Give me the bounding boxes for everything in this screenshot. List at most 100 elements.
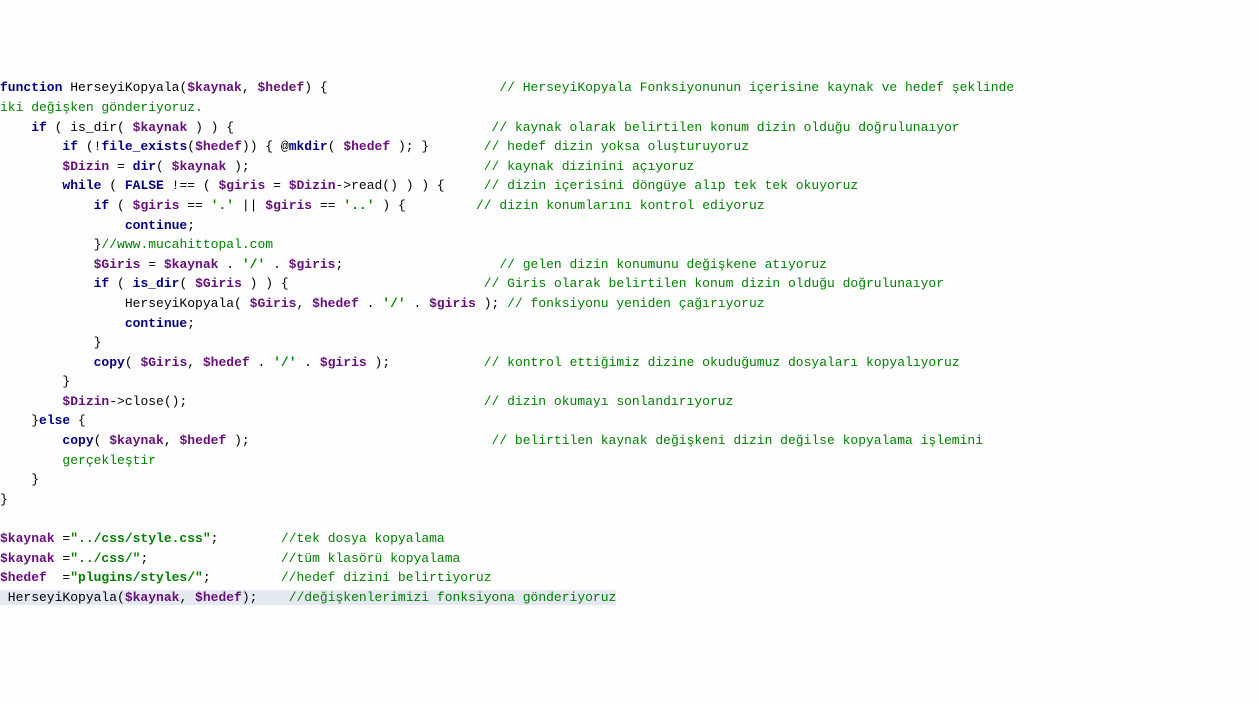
text: (: [109, 198, 132, 213]
pad: [445, 178, 484, 193]
pad: [0, 453, 62, 468]
comment: // kontrol ettiğimiz dizine okuduğumuz d…: [484, 355, 960, 370]
text: ,: [179, 590, 195, 605]
pad: [0, 316, 125, 331]
text: (: [156, 159, 172, 174]
pad: [343, 257, 499, 272]
builtin: copy: [62, 433, 93, 448]
line: }: [0, 374, 70, 389]
variable: $kaynak: [133, 120, 188, 135]
pad: [0, 296, 125, 311]
variable: $Dizin: [62, 159, 109, 174]
text: (: [179, 276, 195, 291]
text: }: [0, 492, 8, 507]
comment: //tüm klasörü kopyalama: [281, 551, 460, 566]
pad: [0, 394, 62, 409]
pad: [0, 120, 31, 135]
string: '.': [211, 198, 234, 213]
builtin: is_dir: [133, 276, 180, 291]
string: "plugins/styles/": [70, 570, 203, 585]
pad: [0, 335, 94, 350]
text: HerseyiKopyala(: [0, 590, 125, 605]
pad: [250, 433, 492, 448]
string: '/': [242, 257, 265, 272]
pad: [0, 139, 62, 154]
variable: $kaynak: [0, 551, 55, 566]
text: HerseyiKopyala(: [125, 296, 250, 311]
constant: FALSE: [125, 178, 164, 193]
text: ->read() ) ) {: [336, 178, 445, 193]
line: if (!file_exists($hedef)) { @mkdir( $hed…: [0, 139, 749, 154]
pad: [0, 472, 31, 487]
comment: // belirtilen kaynak değişkeni dizin değ…: [492, 433, 983, 448]
comment: gerçekleştir: [62, 453, 156, 468]
line: continue;: [0, 316, 195, 331]
text: ->close();: [109, 394, 187, 409]
text: {: [70, 413, 86, 428]
text: );: [226, 433, 249, 448]
keyword: if: [94, 198, 110, 213]
line: copy( $Giris, $hedef . '/' . $giris ); /…: [0, 355, 960, 370]
variable: $kaynak: [187, 80, 242, 95]
keyword: if: [62, 139, 78, 154]
pad: [390, 355, 484, 370]
text: (: [328, 139, 344, 154]
text: !== (: [164, 178, 219, 193]
pad: [250, 159, 484, 174]
text: }: [31, 413, 39, 428]
variable: $kaynak: [172, 159, 227, 174]
variable: $hedef: [195, 590, 242, 605]
line: $kaynak ="../css/style.css"; //tek dosya…: [0, 531, 445, 546]
string: '/': [382, 296, 405, 311]
line: $Dizin = dir( $kaynak ); // kaynak dizin…: [0, 159, 694, 174]
string: '/': [273, 355, 296, 370]
pad: [0, 237, 94, 252]
comment: // kaynak olarak belirtilen konum dizin …: [492, 120, 960, 135]
text: ); }: [390, 139, 429, 154]
pad: [0, 355, 94, 370]
variable: $kaynak: [164, 257, 219, 272]
variable: $Dizin: [62, 394, 109, 409]
text: (: [125, 355, 141, 370]
variable: $Giris: [195, 276, 242, 291]
comment: iki değişken gönderiyoruz.: [0, 100, 203, 115]
text: =: [55, 551, 71, 566]
text: (!: [78, 139, 101, 154]
pad: [234, 120, 491, 135]
text: .: [265, 257, 288, 272]
text: ) ) {: [242, 276, 289, 291]
string: "../css/style.css": [70, 531, 210, 546]
variable: $Dizin: [289, 178, 336, 193]
pad: [211, 570, 281, 585]
text: ==: [312, 198, 343, 213]
line: continue;: [0, 218, 195, 233]
pad: [0, 159, 62, 174]
variable: $Giris: [250, 296, 297, 311]
code-block: function HerseyiKopyala($kaynak, $hedef)…: [0, 78, 1258, 607]
text: }: [31, 472, 39, 487]
pad: [218, 531, 280, 546]
text: (: [94, 433, 110, 448]
text: ,: [164, 433, 180, 448]
keyword: continue: [125, 316, 187, 331]
text: (: [187, 139, 195, 154]
variable: $kaynak: [125, 590, 180, 605]
line: function HerseyiKopyala($kaynak, $hedef)…: [0, 80, 1014, 95]
keyword: if: [31, 120, 47, 135]
variable: $hedef: [343, 139, 390, 154]
text: ;: [187, 316, 195, 331]
variable: $hedef: [203, 355, 250, 370]
pad: [257, 590, 288, 605]
text: .: [250, 355, 273, 370]
line: }//www.mucahittopal.com: [0, 237, 273, 252]
text: HerseyiKopyala(: [62, 80, 187, 95]
text: .: [406, 296, 429, 311]
variable: $giris: [133, 198, 180, 213]
comment: //değişkenlerimizi fonksiyona gönderiyor…: [289, 590, 617, 605]
text: );: [226, 159, 249, 174]
line: iki değişken gönderiyoruz.: [0, 100, 203, 115]
text: =: [265, 178, 288, 193]
pad: [0, 374, 62, 389]
text: =: [140, 257, 163, 272]
line: $Dizin->close(); // dizin okumayı sonlan…: [0, 394, 733, 409]
